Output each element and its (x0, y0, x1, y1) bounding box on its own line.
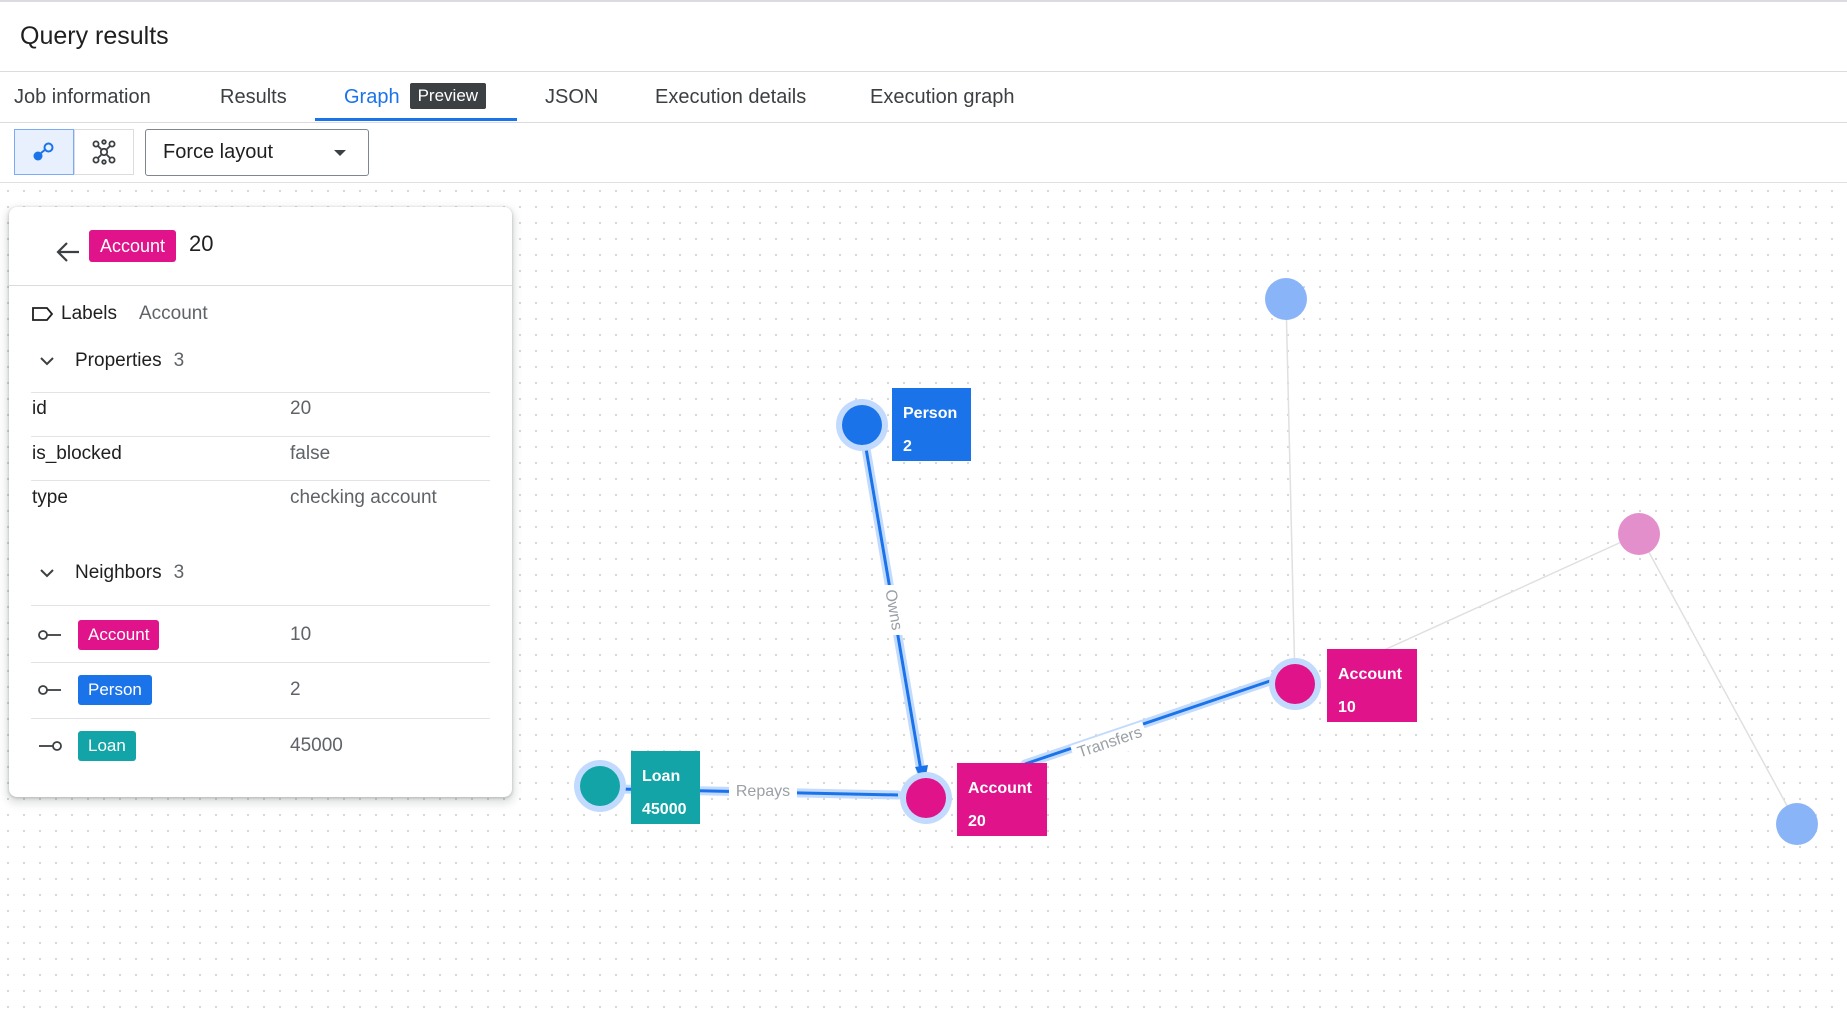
node-label-loan-value: 45000 (642, 801, 687, 818)
property-key-type: type (32, 487, 68, 508)
node-label-chip: Account (89, 230, 177, 262)
neighbor-chip-loan[interactable]: Loan (78, 731, 136, 761)
edge-faded-2[interactable] (1348, 533, 1640, 667)
property-key-id: id (32, 398, 47, 419)
faded-edges (1285, 298, 1798, 825)
node-label-account-20[interactable]: Account 20 (957, 763, 1047, 836)
labels-key: Labels (61, 303, 117, 324)
network-icon (92, 139, 116, 165)
node-label-account-10[interactable]: Account 10 (1327, 649, 1417, 722)
arrow-back-icon (56, 242, 79, 262)
property-value-id: 20 (290, 398, 312, 419)
neighbors-section-toggle[interactable]: Neighbors 3 (39, 557, 184, 589)
edge-transfers[interactable] (1024, 679, 1271, 766)
property-value-is-blocked: false (290, 443, 331, 464)
row-divider (31, 392, 490, 393)
graph-node-faded-account[interactable] (1618, 513, 1660, 555)
row-divider (31, 480, 490, 481)
node-label-account-20-type: Account (968, 780, 1032, 797)
header-divider (9, 285, 512, 286)
labels-value: Account (139, 303, 208, 324)
chevron-down-icon (40, 569, 54, 578)
graph-node-loan[interactable] (580, 766, 620, 806)
graph-node-person[interactable] (842, 405, 882, 445)
neighbors-title: Neighbors (75, 562, 162, 583)
graph-node-faded-person-top[interactable] (1265, 278, 1307, 320)
node-view-icon (33, 142, 54, 161)
node-id: 20 (189, 231, 214, 256)
edge-labels: Owns Repays Transfers (729, 585, 1150, 803)
chevron-down-icon (334, 150, 346, 156)
node-label-account-10-value: 10 (1338, 699, 1356, 716)
node-details-panel: Account 20 Labels Account Properties 3 i… (9, 207, 512, 797)
back-button[interactable] (45, 229, 91, 275)
neighbor-chip-account[interactable]: Account (78, 620, 160, 650)
edge-label-repays: Repays (736, 783, 790, 800)
edge-faded-3[interactable] (1638, 533, 1798, 825)
node-label-loan[interactable]: Loan 45000 (631, 751, 700, 824)
node-label-account-10-type: Account (1338, 666, 1402, 683)
property-value-type: checking account (290, 487, 437, 508)
neighbors-count: 3 (173, 562, 185, 583)
row-divider (31, 436, 490, 437)
neighbor-value-account: 10 (290, 624, 312, 645)
layout-select[interactable]: Force layout (145, 129, 369, 176)
neighbor-chip-person[interactable]: Person (78, 675, 152, 705)
network-view-button[interactable] (74, 129, 134, 175)
neighbor-value-loan: 45000 (290, 735, 343, 756)
node-label-person-value: 2 (903, 438, 912, 455)
node-label-loan-type: Loan (642, 768, 681, 785)
page-title: Query results (20, 22, 169, 50)
row-divider (31, 605, 490, 606)
node-label-person[interactable]: Person 2 (892, 388, 971, 461)
tab-execution-graph[interactable]: Execution graph (870, 72, 1015, 122)
outgoing-edge-icon (38, 685, 61, 695)
tab-graph-label: Graph (344, 86, 400, 108)
faded-nodes (1265, 278, 1818, 845)
tab-bar: Job information Results Graph Preview JSO… (0, 72, 1847, 123)
row-divider (31, 718, 490, 719)
graph-node-account-20[interactable] (906, 778, 946, 818)
tab-results[interactable]: Results (220, 72, 287, 122)
schema-view-button[interactable] (14, 129, 74, 175)
preview-badge: Preview (409, 83, 487, 109)
graph-node-account-10[interactable] (1275, 664, 1315, 704)
layout-select-value: Force layout (163, 141, 274, 163)
neighbor-value-person: 2 (290, 679, 301, 700)
tab-json[interactable]: JSON (545, 72, 598, 122)
tab-execution-details[interactable]: Execution details (655, 72, 806, 122)
property-key-is-blocked: is_blocked (32, 443, 122, 464)
labels-row: Labels Account (31, 299, 208, 329)
top-border (0, 0, 1847, 2)
properties-section-toggle[interactable]: Properties 3 (39, 345, 184, 377)
properties-count: 3 (173, 350, 185, 371)
label-icon (32, 307, 54, 321)
incoming-edge-icon (39, 741, 62, 751)
tab-job-information[interactable]: Job information (14, 72, 151, 122)
chevron-down-icon (40, 357, 54, 366)
row-divider (31, 662, 490, 663)
active-tab-indicator (315, 118, 517, 121)
outgoing-edge-icon (38, 630, 61, 640)
tab-graph[interactable]: Graph Preview (344, 72, 487, 122)
graph-node-faded-person-bottom[interactable] (1776, 803, 1818, 845)
edge-faded-1[interactable] (1285, 298, 1296, 684)
node-label-person-type: Person (903, 405, 958, 422)
node-label-account-20-value: 20 (968, 813, 986, 830)
properties-title: Properties (75, 350, 162, 371)
highlighted-edges (615, 420, 1275, 800)
graph-toolbar: Force layout (0, 123, 1847, 183)
